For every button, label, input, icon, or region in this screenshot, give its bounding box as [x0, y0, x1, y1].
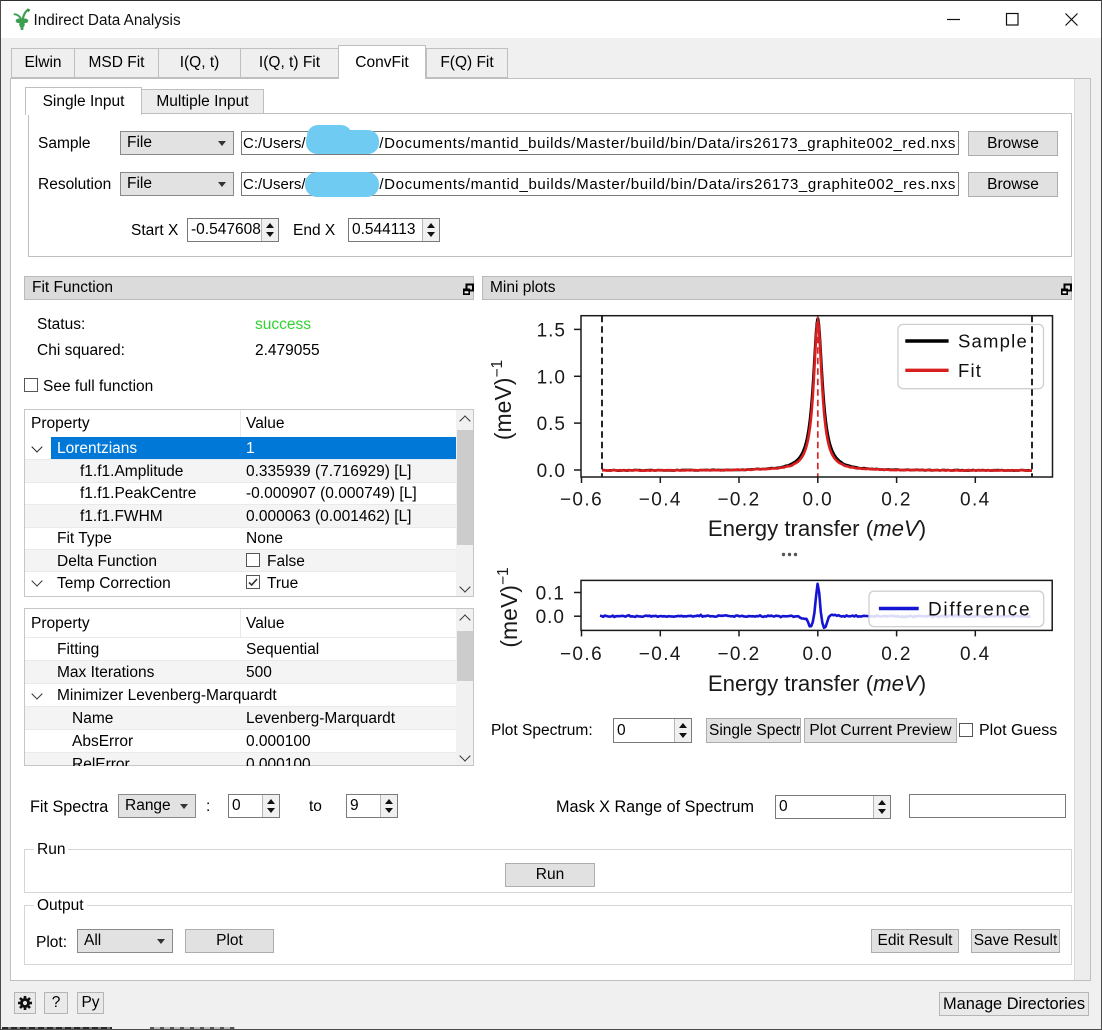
svg-text:−0.2: −0.2: [717, 490, 760, 511]
svg-text:(meV)−1: (meV)−1: [495, 567, 522, 647]
svg-text:Fit: Fit: [958, 360, 982, 381]
svg-text:0.4: 0.4: [960, 644, 991, 665]
svg-text:−0.4: −0.4: [639, 490, 682, 511]
svg-text:0.0: 0.0: [537, 461, 566, 482]
svg-text:1.0: 1.0: [537, 367, 566, 388]
svg-text:Energy transfer (meV): Energy transfer (meV): [708, 671, 926, 696]
svg-text:0.4: 0.4: [960, 490, 991, 511]
svg-text:0.5: 0.5: [537, 414, 566, 435]
svg-text:0.0: 0.0: [802, 490, 833, 511]
svg-text:−0.6: −0.6: [560, 490, 603, 511]
svg-text:0.0: 0.0: [536, 607, 565, 628]
svg-text:0.1: 0.1: [536, 584, 565, 605]
svg-text:1.5: 1.5: [537, 320, 566, 341]
svg-text:Difference: Difference: [928, 600, 1031, 621]
svg-text:−0.2: −0.2: [717, 644, 760, 665]
svg-text:Sample: Sample: [958, 331, 1028, 352]
svg-text:Energy transfer (meV): Energy transfer (meV): [708, 516, 926, 541]
svg-text:0.2: 0.2: [881, 644, 912, 665]
svg-text:0.0: 0.0: [802, 644, 833, 665]
svg-text:−0.6: −0.6: [560, 644, 603, 665]
svg-text:0.2: 0.2: [881, 490, 912, 511]
svg-text:(meV)−1: (meV)−1: [489, 360, 516, 440]
svg-text:−0.4: −0.4: [639, 644, 682, 665]
